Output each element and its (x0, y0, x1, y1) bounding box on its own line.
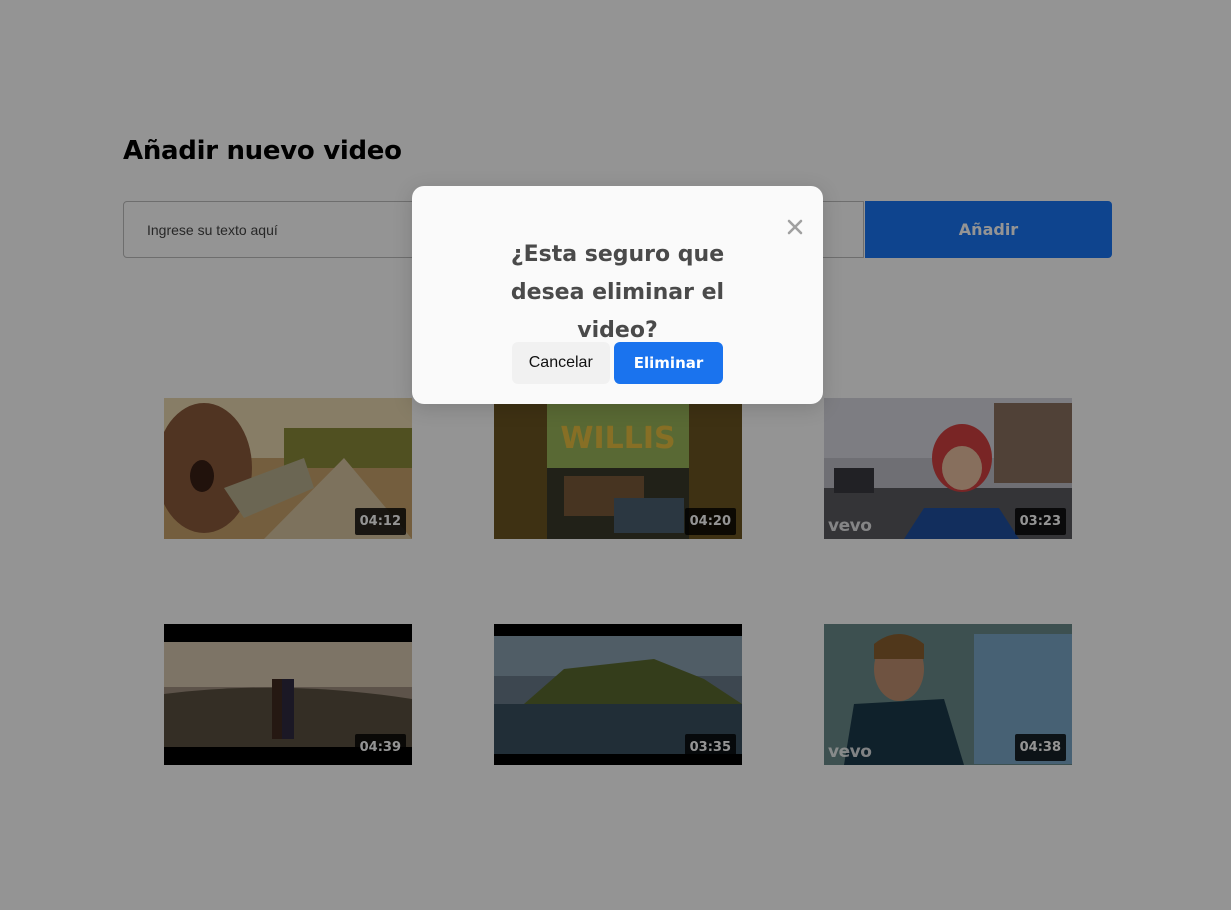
confirm-delete-dialog: ¿Esta seguro que desea eliminar el video… (412, 186, 823, 404)
dialog-message-text: ¿Esta seguro que desea eliminar el video… (510, 242, 725, 343)
modal-overlay[interactable] (0, 0, 1231, 910)
dialog-actions: Cancelar Eliminar (412, 342, 823, 384)
dialog-message: ¿Esta seguro que desea eliminar el video… (412, 236, 823, 350)
close-icon[interactable] (787, 219, 803, 235)
delete-button[interactable]: Eliminar (613, 342, 724, 384)
cancel-button[interactable]: Cancelar (511, 342, 610, 384)
